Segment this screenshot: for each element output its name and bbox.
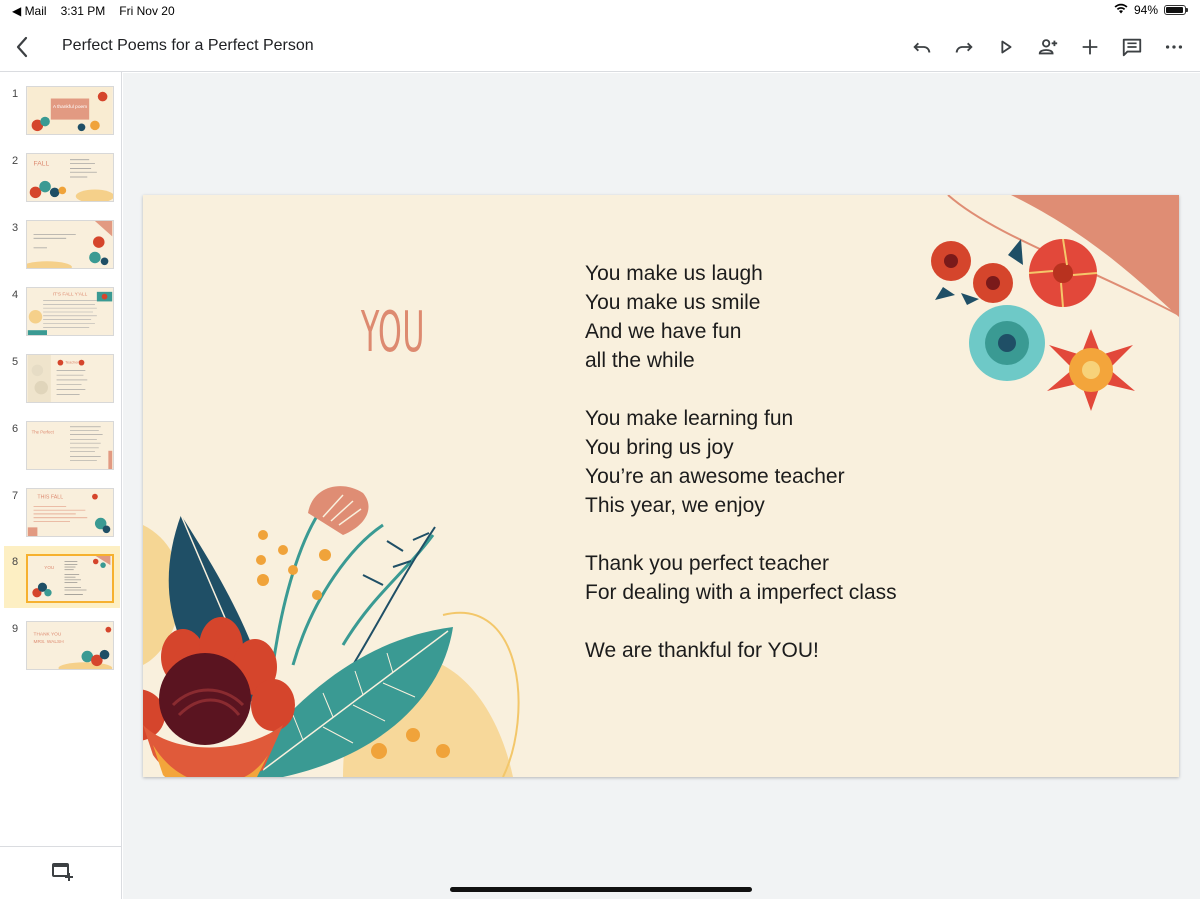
wifi-icon [1114,3,1128,17]
orange-star-flower [1047,329,1135,411]
status-date: Fri Nov 20 [119,4,175,18]
slide-thumbnail-4[interactable]: 4 IT'S FALL Y'ALL [4,279,120,341]
undo-button[interactable] [906,31,938,63]
slide-thumbnail-3[interactable]: 3 [4,212,120,274]
slide-preview: IT'S FALL Y'ALL [26,287,114,336]
present-icon [1001,40,1012,54]
slide-preview: A thankful poem [26,86,114,135]
poem-text-box[interactable]: You make us laugh You make us smile And … [585,259,897,694]
slide-number: 5 [12,356,19,368]
current-slide[interactable]: YOU You make us laugh You make us smile … [143,195,1179,777]
slide-thumbnail-6[interactable]: 6 The Perfect [4,413,120,475]
red-flower-large [1028,238,1098,308]
slide-preview [26,220,114,269]
poem-line: You’re an awesome teacher [585,465,845,488]
poem-stanza: You make us laugh You make us smile And … [585,259,897,375]
slide-preview: Teacher [26,354,114,403]
status-time: 3:31 PM [60,4,106,18]
poem-line: Thank you perfect teacher [585,552,829,575]
poem-line: You make learning fun [585,407,794,430]
poem-line: all the while [585,349,695,372]
poem-line: We are thankful for YOU! [585,639,819,662]
more-options-button[interactable] [1158,31,1190,63]
poem-line: This year, we enjoy [585,494,765,517]
slide-preview: THIS FALL [26,488,114,537]
new-slide-button[interactable] [50,859,74,883]
slide-number: 8 [12,556,19,568]
slide-1-title: A thankful poem [53,104,87,110]
slide-canvas: YOU You make us laugh You make us smile … [123,73,1200,899]
poem-line: You bring us joy [585,436,734,459]
battery-icon [1164,5,1188,15]
slide-thumbnail-1[interactable]: 1 A thankful poem [4,78,120,140]
editor-toolbar: Perfect Poems for a Perfect Person [0,22,1200,72]
poem-line: You make us laugh [585,262,763,285]
poem-stanza: We are thankful for YOU! [585,636,897,665]
poem-line: For dealing with a imperfect class [585,581,897,604]
poem-line: And we have fun [585,320,742,343]
teal-flower [969,305,1045,381]
new-slide-icon [52,863,73,881]
present-button[interactable] [990,31,1022,63]
slide-preview: YOU [26,554,114,603]
chevron-left-icon [16,36,28,58]
home-indicator[interactable] [450,887,752,892]
add-person-icon [1038,39,1058,55]
redo-button[interactable] [948,31,980,63]
slide-thumbnail-7[interactable]: 7 THIS FALL [4,480,120,542]
document-title[interactable]: Perfect Poems for a Perfect Person [62,37,314,55]
slide-number: 2 [12,155,19,167]
slide-thumbnail-8[interactable]: 8 YOU [4,546,120,608]
poem-line: You make us smile [585,291,761,314]
more-icon [1165,45,1183,49]
back-button[interactable] [8,33,36,61]
slide-number: 6 [12,423,19,435]
slide-9-title-line-2: MRS. WALSH [34,639,65,645]
slide-filmstrip: 1 A thankful poem 2 FALL 3 4 IT'S FALL Y… [0,72,122,899]
slide-2-title: FALL [34,161,50,168]
undo-icon [913,42,931,53]
slide-number: 3 [12,222,19,234]
poem-stanza: You make learning fun You bring us joy Y… [585,404,897,520]
slide-5-title: Teacher [65,361,79,365]
status-bar: ◀ Mail 3:31 PM Fri Nov 20 94% [0,0,1200,22]
slide-9-title-line-1: THANK YOU [34,631,62,637]
slide-4-title: IT'S FALL Y'ALL [53,292,88,298]
slide-7-title: THIS FALL [37,495,63,501]
slide-number: 4 [12,289,19,301]
battery-fill [1166,7,1183,13]
comment-icon [1122,38,1142,57]
insert-button[interactable] [1074,31,1106,63]
slide-preview: The Perfect [26,421,114,470]
battery-percent: 94% [1133,3,1158,17]
slide-number: 7 [12,490,19,502]
poem-stanza: Thank you perfect teacher For dealing wi… [585,549,897,607]
slide-preview: THANK YOU MRS. WALSH [26,621,114,670]
add-icon [1082,39,1098,55]
slide-number: 9 [12,623,19,635]
slide-title[interactable]: YOU [357,300,429,365]
redo-icon [955,42,973,53]
slide-number: 1 [12,88,19,100]
share-button[interactable] [1032,31,1064,63]
back-to-mail-link[interactable]: ◀ Mail [12,4,47,18]
slide-preview: FALL [26,153,114,202]
slide-thumbnail-9[interactable]: 9 THANK YOU MRS. WALSH [4,613,120,675]
slide-8-title: YOU [44,565,54,570]
slide-thumbnail-5[interactable]: 5 Teacher [4,346,120,408]
salmon-fan-flower [308,486,369,535]
comments-button[interactable] [1116,31,1148,63]
slide-6-title: The Perfect [32,430,55,435]
red-star-flowers [931,239,1023,305]
slide-thumbnail-2[interactable]: 2 FALL [4,145,120,207]
filmstrip-footer [0,846,121,899]
